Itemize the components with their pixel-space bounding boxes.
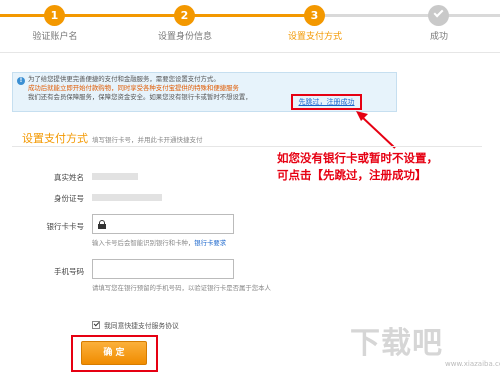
watermark-url: www.xiazaiba.com xyxy=(445,360,500,368)
real-name-value xyxy=(92,173,138,180)
lock-icon xyxy=(98,220,106,229)
annotation-text: 如您没有银行卡或暂时不设置， 可点击【先跳过，注册成功】 xyxy=(277,150,492,184)
card-hint: 输入卡号后会智能识别银行和卡种，银行卡要求 xyxy=(92,238,226,247)
agreement-row: 我同意快捷支付服务协议 xyxy=(92,320,179,330)
section-subtitle: 填写银行卡号，并用此卡开通快捷支付 xyxy=(92,136,203,144)
phone-label: 手机号码 xyxy=(54,267,84,276)
agreement-text: 我同意快捷支付服务协议 xyxy=(104,322,179,330)
card-hint-text: 输入卡号后会智能识别银行和卡种， xyxy=(92,239,195,247)
id-number-label: 身份证号 xyxy=(54,194,84,203)
id-number-value xyxy=(92,194,162,201)
annotation-line-2: 可点击【先跳过，注册成功】 xyxy=(277,168,427,182)
phone-input[interactable] xyxy=(92,259,234,279)
confirm-button[interactable]: 确 定 xyxy=(81,341,147,365)
card-requirements-link[interactable]: 银行卡要求 xyxy=(194,239,226,247)
card-number-label: 银行卡卡号 xyxy=(46,222,85,231)
agreement-checkbox[interactable] xyxy=(92,321,100,329)
phone-hint: 请填写您在银行预留的手机号码，以验证银行卡是否属于您本人 xyxy=(92,284,271,292)
card-number-input[interactable] xyxy=(92,214,234,234)
divider xyxy=(12,146,482,147)
real-name-label: 真实姓名 xyxy=(54,173,84,182)
watermark-logo: 下载吧 xyxy=(350,326,443,361)
section-title: 设置支付方式 xyxy=(22,132,88,145)
annotation-line-1: 如您没有银行卡或暂时不设置， xyxy=(277,151,438,165)
